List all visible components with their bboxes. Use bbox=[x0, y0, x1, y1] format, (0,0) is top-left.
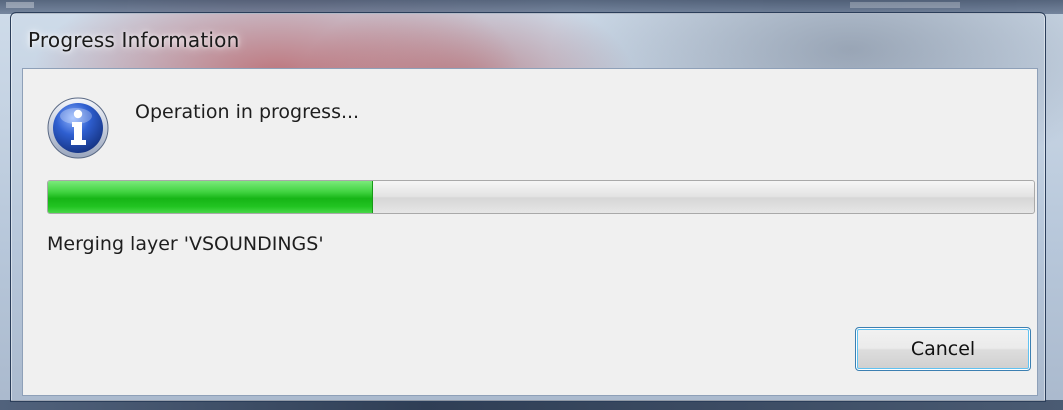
dialog-content: Operation in progress... Merging layer '… bbox=[22, 68, 1038, 396]
title-bar[interactable]: Progress Information bbox=[12, 14, 1044, 66]
progress-bar-fill bbox=[48, 181, 374, 213]
window-title: Progress Information bbox=[28, 28, 240, 52]
status-text: Merging layer 'VSOUNDINGS' bbox=[47, 233, 324, 255]
cancel-button[interactable]: Cancel bbox=[855, 327, 1031, 371]
progress-bar bbox=[47, 180, 1035, 214]
background-window-fragment bbox=[6, 2, 34, 8]
background-window-fragment bbox=[850, 2, 960, 8]
information-icon bbox=[47, 97, 109, 159]
operation-message: Operation in progress... bbox=[135, 101, 360, 123]
